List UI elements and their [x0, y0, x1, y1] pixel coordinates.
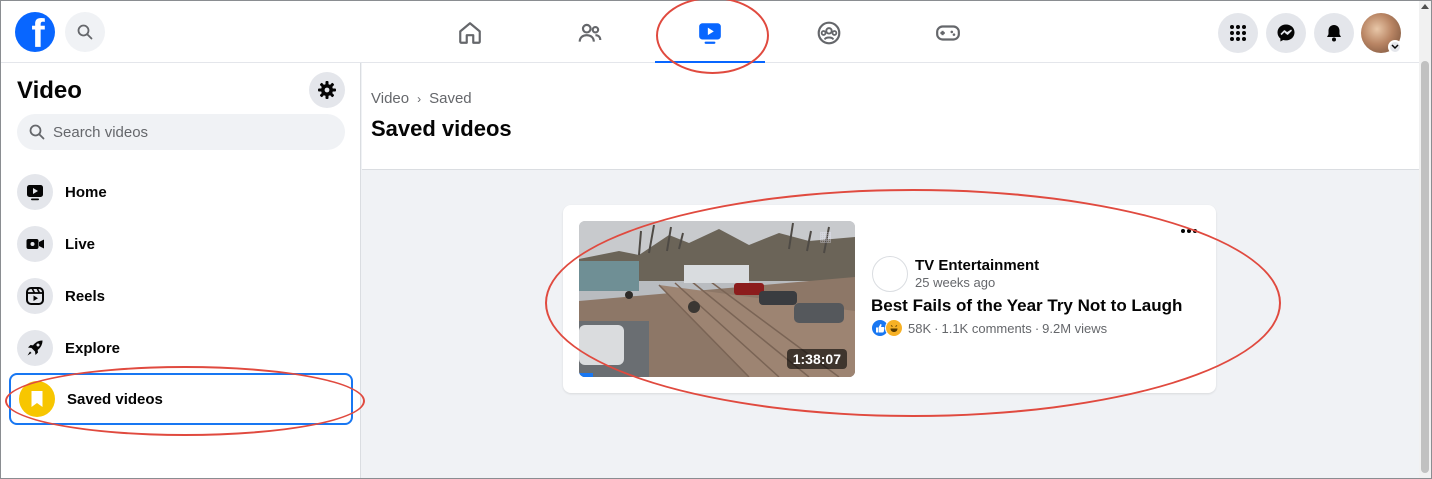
- home-icon: [459, 22, 481, 44]
- groups-icon: [817, 21, 841, 45]
- top-navigation-bar: f: [1, 1, 1419, 64]
- search-icon: [29, 124, 45, 140]
- svg-text:▦: ▦: [819, 229, 832, 245]
- tab-home[interactable]: [415, 5, 525, 61]
- sidebar-item-saved-videos[interactable]: Saved videos: [9, 373, 353, 425]
- tab-gaming[interactable]: [893, 5, 1003, 61]
- breadcrumb-current: Saved: [429, 90, 472, 107]
- rocket-icon: [17, 330, 53, 366]
- account-chevron-icon[interactable]: [1388, 40, 1402, 54]
- live-camera-icon: [17, 226, 53, 262]
- messenger-icon[interactable]: [1266, 13, 1306, 53]
- sidebar-item-label: Home: [65, 183, 107, 201]
- sidebar-item-reels[interactable]: Reels: [9, 270, 353, 322]
- chevron-right-icon: ›: [417, 91, 422, 106]
- post-time: 25 weeks ago: [915, 275, 996, 290]
- tab-friends[interactable]: [535, 5, 645, 61]
- breadcrumb-video-link[interactable]: Video: [371, 90, 409, 107]
- sidebar-item-live[interactable]: Live: [9, 218, 353, 270]
- video-home-icon: [17, 174, 53, 210]
- reactions-count[interactable]: 58K: [908, 321, 931, 336]
- video-icon: [699, 23, 721, 44]
- sidebar-item-label: Saved videos: [67, 390, 163, 408]
- search-icon[interactable]: [65, 12, 105, 52]
- scroll-thumb[interactable]: [1421, 61, 1429, 473]
- menu-grid-icon[interactable]: [1218, 13, 1258, 53]
- channel-avatar[interactable]: [872, 256, 908, 292]
- video-duration: 1:38:07: [786, 349, 847, 369]
- sidebar-title: Video: [17, 77, 82, 104]
- tab-groups[interactable]: [774, 5, 884, 61]
- watch-progress-bar: [579, 373, 593, 377]
- sidebar-item-label: Explore: [65, 339, 121, 357]
- sidebar-item-label: Live: [65, 235, 96, 253]
- video-sidebar: Video Home Live Reels Explore Saved vide: [1, 63, 361, 478]
- tab-video[interactable]: [655, 5, 765, 64]
- channel-name[interactable]: TV Entertainment: [915, 257, 1039, 274]
- search-videos-input[interactable]: [53, 123, 323, 141]
- video-stats: 58K · 1.1K comments · 9.2M views: [871, 319, 1107, 337]
- video-title[interactable]: Best Fails of the Year Try Not to Laugh: [871, 296, 1182, 316]
- bell-icon[interactable]: [1314, 13, 1354, 53]
- video-thumbnail[interactable]: ▦ 1:38:07: [579, 221, 855, 377]
- friends-icon: [578, 23, 602, 42]
- search-videos-box[interactable]: [17, 114, 345, 150]
- bookmark-icon: [19, 381, 55, 417]
- sidebar-item-home[interactable]: Home: [9, 166, 353, 218]
- views-count: 9.2M views: [1042, 320, 1108, 336]
- comments-count[interactable]: 1.1K comments: [941, 321, 1031, 336]
- settings-gear-icon[interactable]: [309, 72, 345, 108]
- scroll-up-icon[interactable]: [1421, 4, 1429, 9]
- haha-reaction-icon: [885, 319, 903, 337]
- main-header: Video › Saved Saved videos: [362, 63, 1419, 170]
- page-title: Saved videos: [371, 116, 512, 141]
- facebook-logo-icon[interactable]: f: [15, 12, 55, 52]
- breadcrumb: Video › Saved: [371, 90, 472, 107]
- reels-icon: [17, 278, 53, 314]
- saved-video-card[interactable]: ▦ 1:38:07 TV Entertainment 25 weeks ago …: [563, 205, 1216, 393]
- gaming-icon: [936, 25, 960, 41]
- more-options-icon[interactable]: [1175, 219, 1203, 243]
- sidebar-item-label: Reels: [65, 287, 106, 305]
- sidebar-item-explore[interactable]: Explore: [9, 322, 353, 374]
- page-scrollbar[interactable]: [1419, 1, 1431, 478]
